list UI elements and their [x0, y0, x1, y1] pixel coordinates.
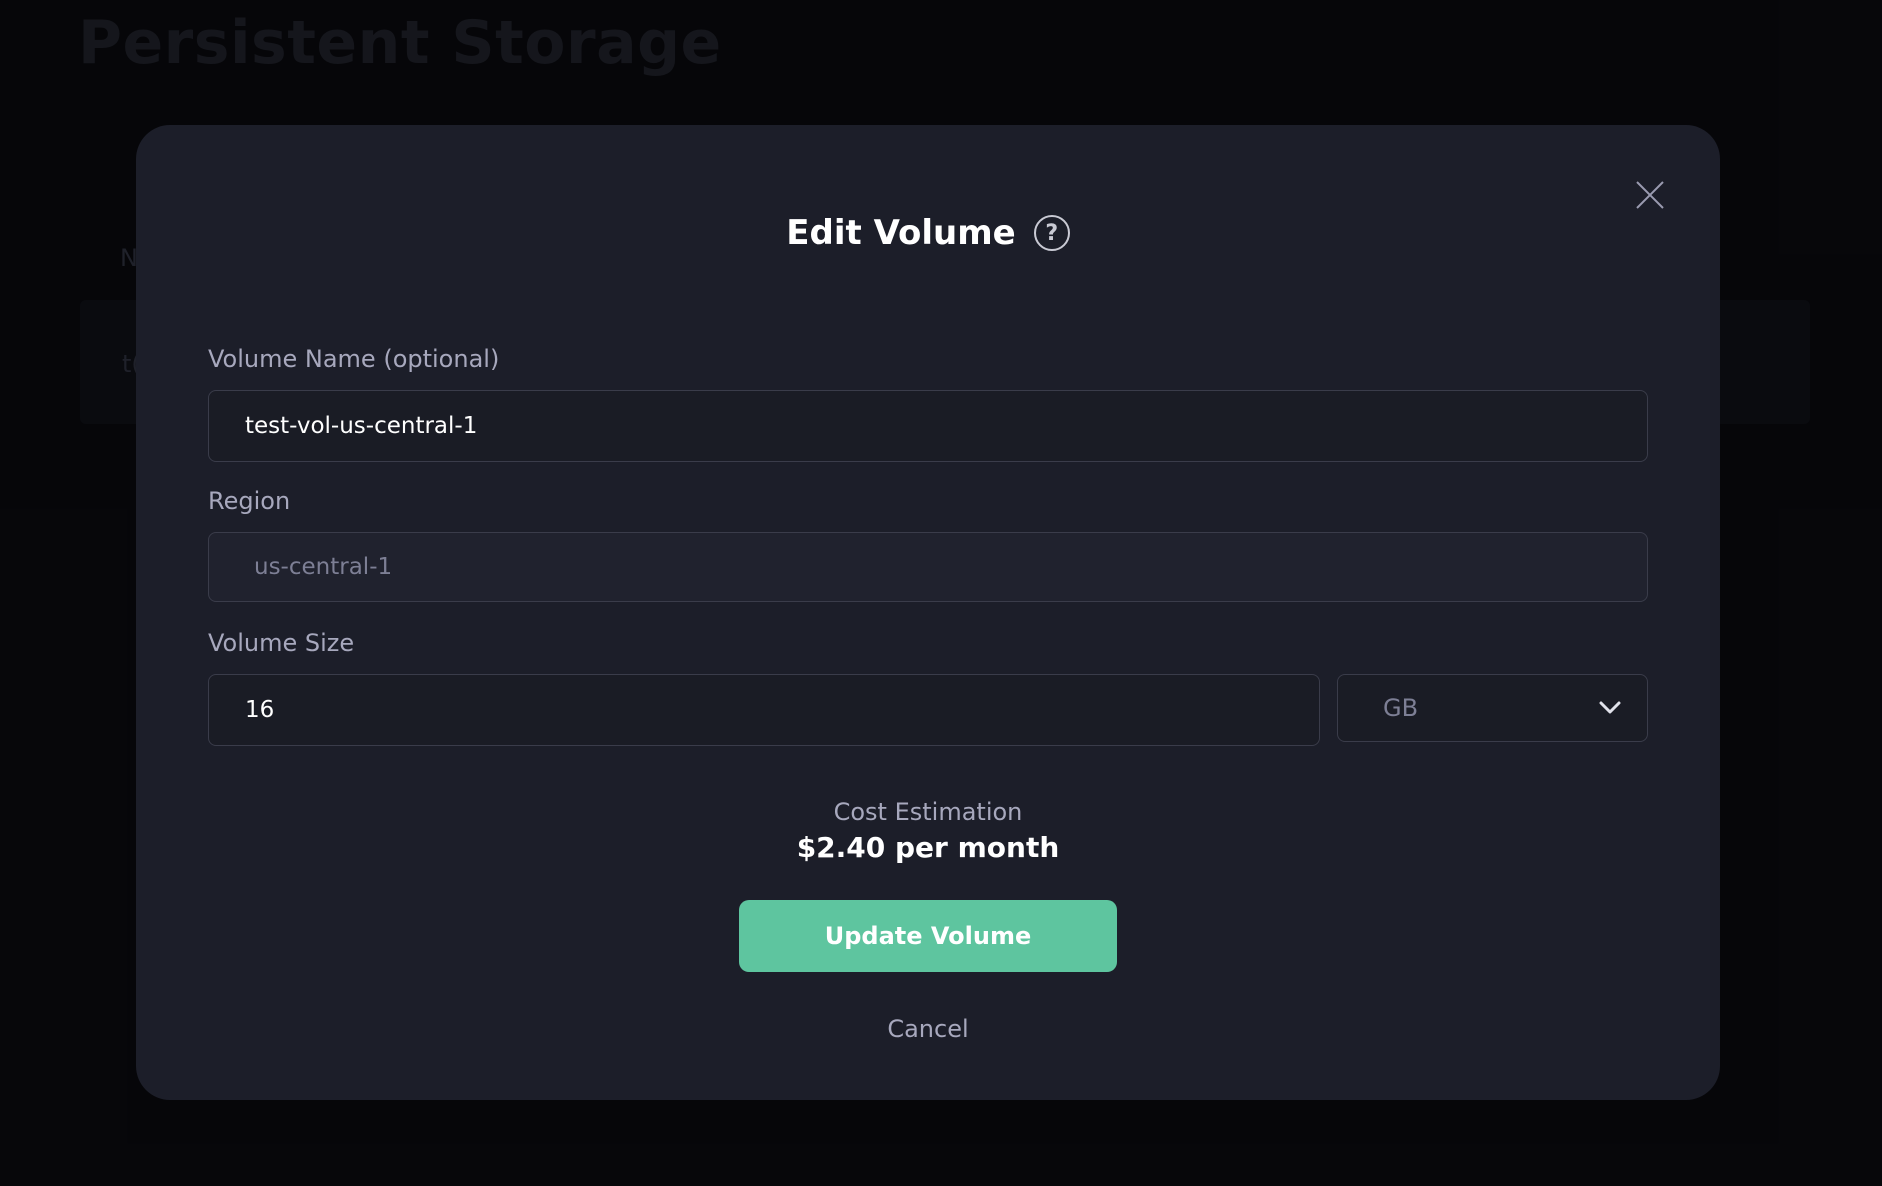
update-volume-button[interactable]: Update Volume — [739, 900, 1117, 972]
region-input — [208, 532, 1648, 602]
cost-estimation-value: $2.40 per month — [796, 831, 1060, 864]
volume-name-label: Volume Name (optional) — [208, 345, 500, 373]
cost-estimation-label: Cost Estimation — [833, 798, 1023, 826]
region-label: Region — [208, 487, 291, 515]
modal-title: Edit Volume — [786, 213, 1016, 253]
volume-size-input[interactable] — [208, 674, 1320, 746]
modal-header: Edit Volume ? — [136, 213, 1720, 253]
volume-size-label: Volume Size — [208, 629, 355, 657]
close-icon[interactable] — [1634, 179, 1666, 211]
close-button[interactable] — [1630, 175, 1670, 215]
chevron-down-icon — [1599, 701, 1621, 714]
edit-volume-modal: Edit Volume ? Volume Name (optional) Reg… — [136, 125, 1720, 1100]
volume-name-input[interactable] — [208, 390, 1648, 462]
size-unit-value: GB — [1383, 694, 1419, 722]
question-circle-icon[interactable]: ? — [1033, 215, 1070, 251]
cancel-button[interactable]: Cancel — [136, 1015, 1720, 1043]
size-unit-select[interactable]: GB — [1337, 674, 1648, 742]
